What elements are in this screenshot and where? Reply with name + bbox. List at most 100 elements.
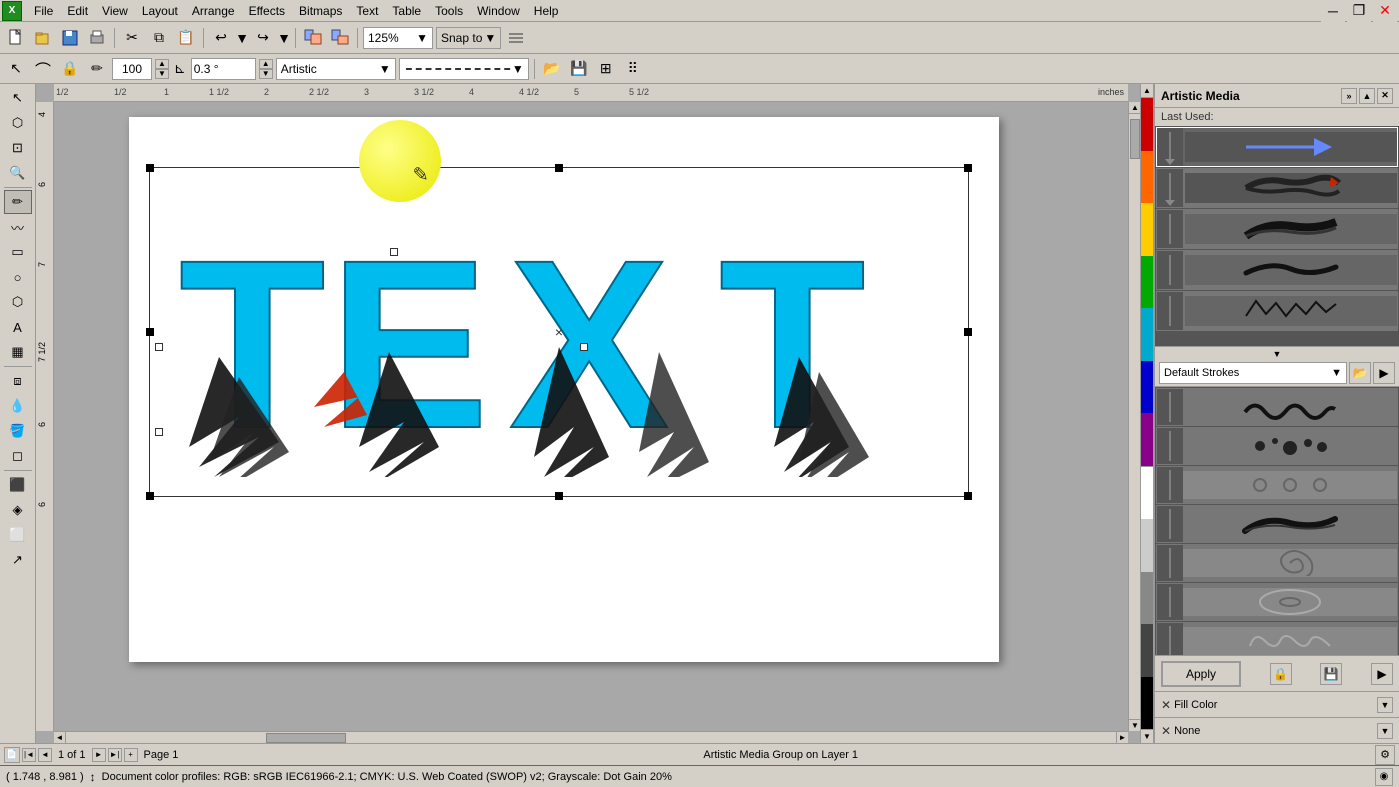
handle-bl[interactable] [146,492,154,500]
scroll-right-btn[interactable]: ► [1116,732,1128,744]
canvas-content[interactable]: T E X T [54,102,1128,731]
polygon-tool[interactable]: ⬡ [4,290,32,314]
snap-dropdown[interactable]: Snap to ▼ [436,27,501,49]
menu-file[interactable]: File [28,2,59,20]
color-lightgray[interactable] [1141,519,1153,572]
zoom-tool[interactable]: 🔍 [4,161,32,185]
color-monitor-icon[interactable]: ◉ [1375,768,1393,786]
stroke-folder-btn[interactable]: 📂 [1349,362,1371,384]
select-tool[interactable]: ↖ [4,86,32,110]
color-purple[interactable] [1141,413,1153,466]
shape-tool[interactable]: ⬡ [4,111,32,135]
angle-spinner[interactable]: ▲ ▼ [259,59,273,79]
lock-tool[interactable]: 🔒 [58,57,82,81]
fill-tool[interactable]: 🪣 [4,419,32,443]
import-btn[interactable] [301,26,325,50]
panel-up-btn[interactable]: ▲ [1359,88,1375,104]
ds-item-1[interactable] [1156,388,1398,426]
connector-tool[interactable]: ↗ [4,548,32,572]
folder-open-btn[interactable]: 📂 [540,57,564,81]
scroll-down-btn[interactable]: ▼ [1129,719,1140,731]
smooth-tool[interactable]: ⌒ [31,57,55,81]
color-blue[interactable] [1141,361,1153,414]
page-icon[interactable]: 📄 [4,747,20,763]
first-page-btn[interactable]: |◄ [22,748,36,762]
select-arrow-tool[interactable]: ↖ [4,57,28,81]
save-stroke-btn[interactable]: 💾 [567,57,591,81]
last-page-btn[interactable]: ►| [108,748,122,762]
brush-item-2[interactable] [1156,168,1398,208]
menu-window[interactable]: Window [471,2,526,20]
outline-tool[interactable]: ◻ [4,444,32,468]
menu-effects[interactable]: Effects [243,2,291,20]
paste-btn[interactable]: 📋 [174,26,198,50]
handle-br[interactable] [964,492,972,500]
export-btn[interactable] [328,26,352,50]
angle-input[interactable] [191,58,256,80]
horizontal-scrollbar[interactable]: ◄ ► [54,731,1128,743]
copy-btn[interactable]: ⧉ [147,26,171,50]
redo-btn[interactable]: ↪ [251,26,275,50]
brush-item-5[interactable] [1156,291,1398,331]
scroll-up-btn[interactable]: ▲ [1129,102,1140,114]
line-pattern-dropdown[interactable]: ▼ [399,58,529,80]
palette-up-btn[interactable]: ▲ [1141,84,1153,98]
width-input[interactable] [112,58,152,80]
color-black[interactable] [1141,677,1153,730]
menu-table[interactable]: Table [386,2,427,20]
menu-view[interactable]: View [96,2,134,20]
settings-icon-btn[interactable]: ⚙ [1375,745,1395,765]
blend-tool[interactable]: ⬛ [4,473,32,497]
lock-button[interactable]: 🔒 [1270,663,1292,685]
scroll-left-btn[interactable]: ◄ [54,732,66,744]
pencil-tool[interactable]: ✏ [85,57,109,81]
parallel-tool[interactable]: ⧈ [4,369,32,393]
color-green[interactable] [1141,256,1153,309]
dropper-tool[interactable]: 💧 [4,394,32,418]
window-restore-btn[interactable]: ❐ [1347,0,1371,23]
color-gray[interactable] [1141,572,1153,625]
brush-item-1[interactable] [1156,127,1398,167]
print-btn[interactable] [85,26,109,50]
add-page-btn[interactable]: + [124,748,138,762]
handle-ml[interactable] [146,328,154,336]
menu-tools[interactable]: Tools [429,2,469,20]
options-btn[interactable] [504,26,528,50]
style-dropdown[interactable]: Artistic ▼ [276,58,396,80]
hscroll-thumb[interactable] [266,733,346,743]
palette-down-btn[interactable]: ▼ [1141,729,1153,743]
open-btn[interactable] [31,26,55,50]
menu-arrange[interactable]: Arrange [186,2,241,20]
ds-item-2[interactable] [1156,427,1398,465]
crop-tool[interactable]: ⊡ [4,136,32,160]
vertical-scrollbar[interactable]: ▲ ▼ [1128,102,1140,731]
panel-expand-right-btn[interactable]: ▶ [1371,663,1393,685]
handle-tl[interactable] [146,164,154,172]
artistic-media-tool[interactable]: 〰 [4,215,32,239]
menu-edit[interactable]: Edit [61,2,94,20]
new-btn[interactable] [4,26,28,50]
zoom-display[interactable]: 125% ▼ [363,27,433,49]
brush-item-4[interactable] [1156,250,1398,290]
stroke-play-btn[interactable]: ▶ [1373,362,1395,384]
ds-item-6[interactable] [1156,583,1398,621]
panel-expand-btn[interactable]: » [1341,88,1357,104]
extrude-tool[interactable]: ⬜ [4,523,32,547]
outline-extra-btn[interactable]: ▼ [1377,723,1393,739]
dots-btn[interactable]: ⠿ [621,57,645,81]
window-minimize-btn[interactable]: ─ [1321,0,1345,23]
ellipse-tool[interactable]: ○ [4,265,32,289]
color-darkgray[interactable] [1141,624,1153,677]
color-white[interactable] [1141,466,1153,520]
ds-item-5[interactable] [1156,544,1398,582]
ds-item-7[interactable] [1156,622,1398,655]
brush-item-3[interactable] [1156,209,1398,249]
handle-bm[interactable] [555,492,563,500]
scroll-thumb[interactable] [1130,119,1140,159]
table-tool[interactable]: ▦ [4,340,32,364]
handle-tr[interactable] [964,164,972,172]
grid-btn[interactable]: ⊞ [594,57,618,81]
color-yellow[interactable] [1141,203,1153,256]
transparency-tool[interactable]: ◈ [4,498,32,522]
cut-btn[interactable]: ✂ [120,26,144,50]
